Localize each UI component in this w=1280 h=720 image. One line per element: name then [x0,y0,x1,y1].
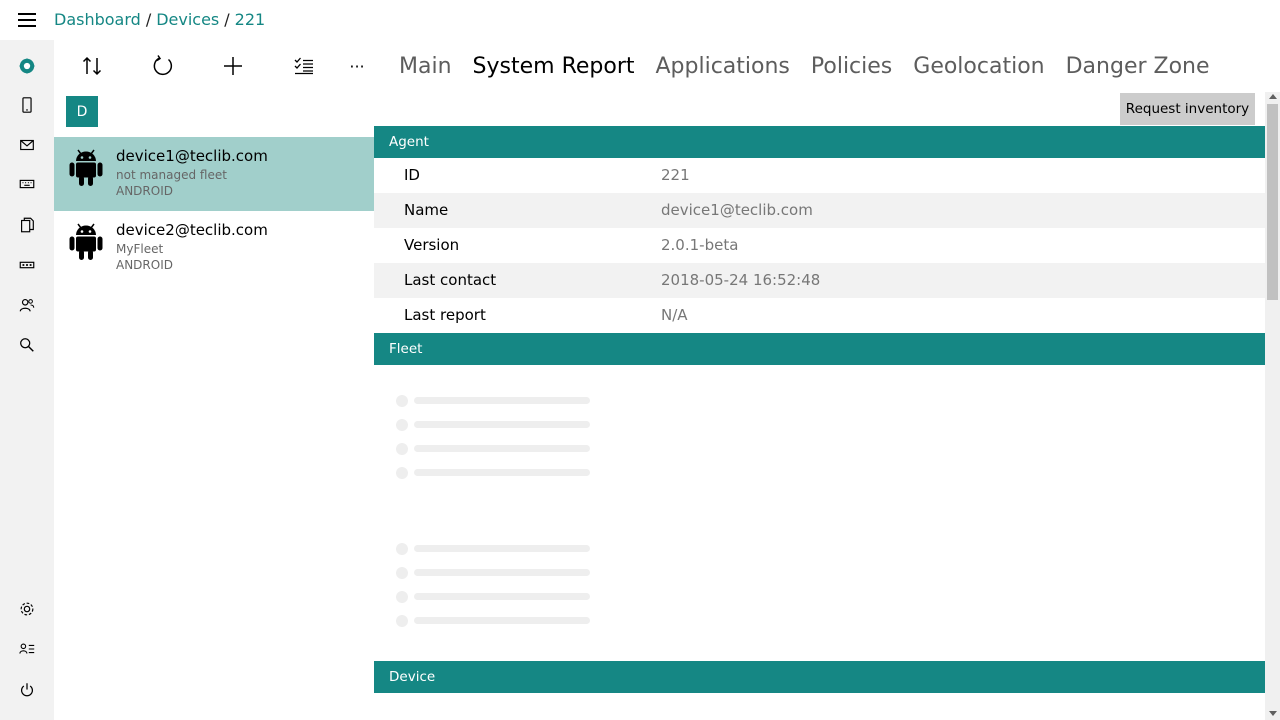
skeleton-dot [396,615,408,627]
alphabet-group-letter[interactable]: D [66,96,98,127]
vertical-scrollbar[interactable] [1265,92,1280,720]
left-nav [0,40,54,720]
skeleton-bar [414,569,590,576]
breadcrumb-device-id[interactable]: 221 [235,10,266,29]
row-key: ID [404,166,420,184]
device-name: device2@teclib.com [116,221,268,239]
row-value: N/A [661,306,688,324]
scroll-up-icon[interactable] [1269,94,1277,99]
table-row: Version 2.0.1-beta [374,228,1265,263]
skeleton-dot [396,567,408,579]
skeleton-bar [414,445,590,452]
keyboard-icon[interactable] [17,174,37,194]
power-icon[interactable] [17,680,37,700]
skeleton-bar [414,469,590,476]
skeleton-dot [396,419,408,431]
detail-tabs: Main System Report Applications Policies Geo… [399,54,1231,84]
table-row: Name device1@teclib.com [374,193,1265,228]
row-value: 221 [661,166,690,184]
mail-icon[interactable] [17,135,37,155]
refresh-icon[interactable] [148,52,178,80]
tab-policies[interactable]: Policies [811,54,892,79]
sort-icon[interactable] [77,52,107,80]
row-value: 2018-05-24 16:52:48 [661,271,821,289]
skeleton-dot [396,591,408,603]
tab-geolocation[interactable]: Geolocation [913,54,1044,79]
row-key: Last contact [404,271,497,289]
skeleton-bar [414,421,590,428]
scroll-down-icon[interactable] [1269,711,1277,716]
row-value: device1@teclib.com [661,201,813,219]
files-icon[interactable] [17,215,37,235]
add-icon[interactable] [218,52,248,80]
device-name: device1@teclib.com [116,147,268,165]
breadcrumb-devices[interactable]: Devices [156,10,219,29]
device-os: ANDROID [116,258,173,272]
row-key: Last report [404,306,486,324]
list-item[interactable]: device1@teclib.com not managed fleet AND… [54,137,374,211]
tab-system-report[interactable]: System Report [473,54,635,79]
device-fleet: not managed fleet [116,168,227,182]
device-list-pane: ··· D device1@teclib.com not managed fle… [54,40,374,720]
menu-icon[interactable] [18,13,36,27]
skeleton-dot [396,443,408,455]
android-icon [69,149,103,186]
device-os: ANDROID [116,184,173,198]
table-row: Last report N/A [374,298,1265,333]
breadcrumb-dashboard[interactable]: Dashboard [54,10,141,29]
settings-icon[interactable] [17,599,37,619]
table-row: Last contact 2018-05-24 16:52:48 [374,263,1265,298]
applications-icon[interactable] [17,255,37,275]
users-icon[interactable] [17,295,37,315]
breadcrumb: Dashboard / Devices/221 [54,10,265,29]
table-row: ID 221 [374,158,1265,193]
tab-applications[interactable]: Applications [656,54,790,79]
user-list-icon[interactable] [17,639,37,659]
top-bar: Dashboard / Devices/221 [0,0,1280,40]
row-value: 2.0.1-beta [661,236,739,254]
skeleton-dot [396,543,408,555]
row-key: Name [404,201,449,219]
breadcrumb-separator: / [224,10,230,29]
breadcrumb-separator: / [145,10,152,29]
device-fleet: MyFleet [116,242,164,256]
section-header-device: Device [374,661,1265,693]
select-list-icon[interactable] [289,52,319,80]
search-icon[interactable] [17,335,37,355]
section-header-fleet: Fleet [374,333,1265,365]
skeleton-dot [396,467,408,479]
row-key: Version [404,236,460,254]
more-icon[interactable]: ··· [342,52,372,80]
skeleton-dot [396,395,408,407]
request-inventory-button[interactable]: Request inventory [1120,93,1255,125]
section-header-agent: Agent [374,126,1265,158]
device-icon[interactable] [17,95,37,115]
skeleton-bar [414,545,590,552]
skeleton-bar [414,397,590,404]
skeleton-bar [414,593,590,600]
scrollbar-thumb[interactable] [1267,104,1278,300]
android-icon [69,223,103,260]
list-item[interactable]: device2@teclib.com MyFleet ANDROID [54,211,374,285]
tab-main[interactable]: Main [399,54,452,79]
skeleton-bar [414,617,590,624]
tab-danger-zone[interactable]: Danger Zone [1066,54,1210,79]
flyve-logo-icon[interactable] [17,56,37,76]
